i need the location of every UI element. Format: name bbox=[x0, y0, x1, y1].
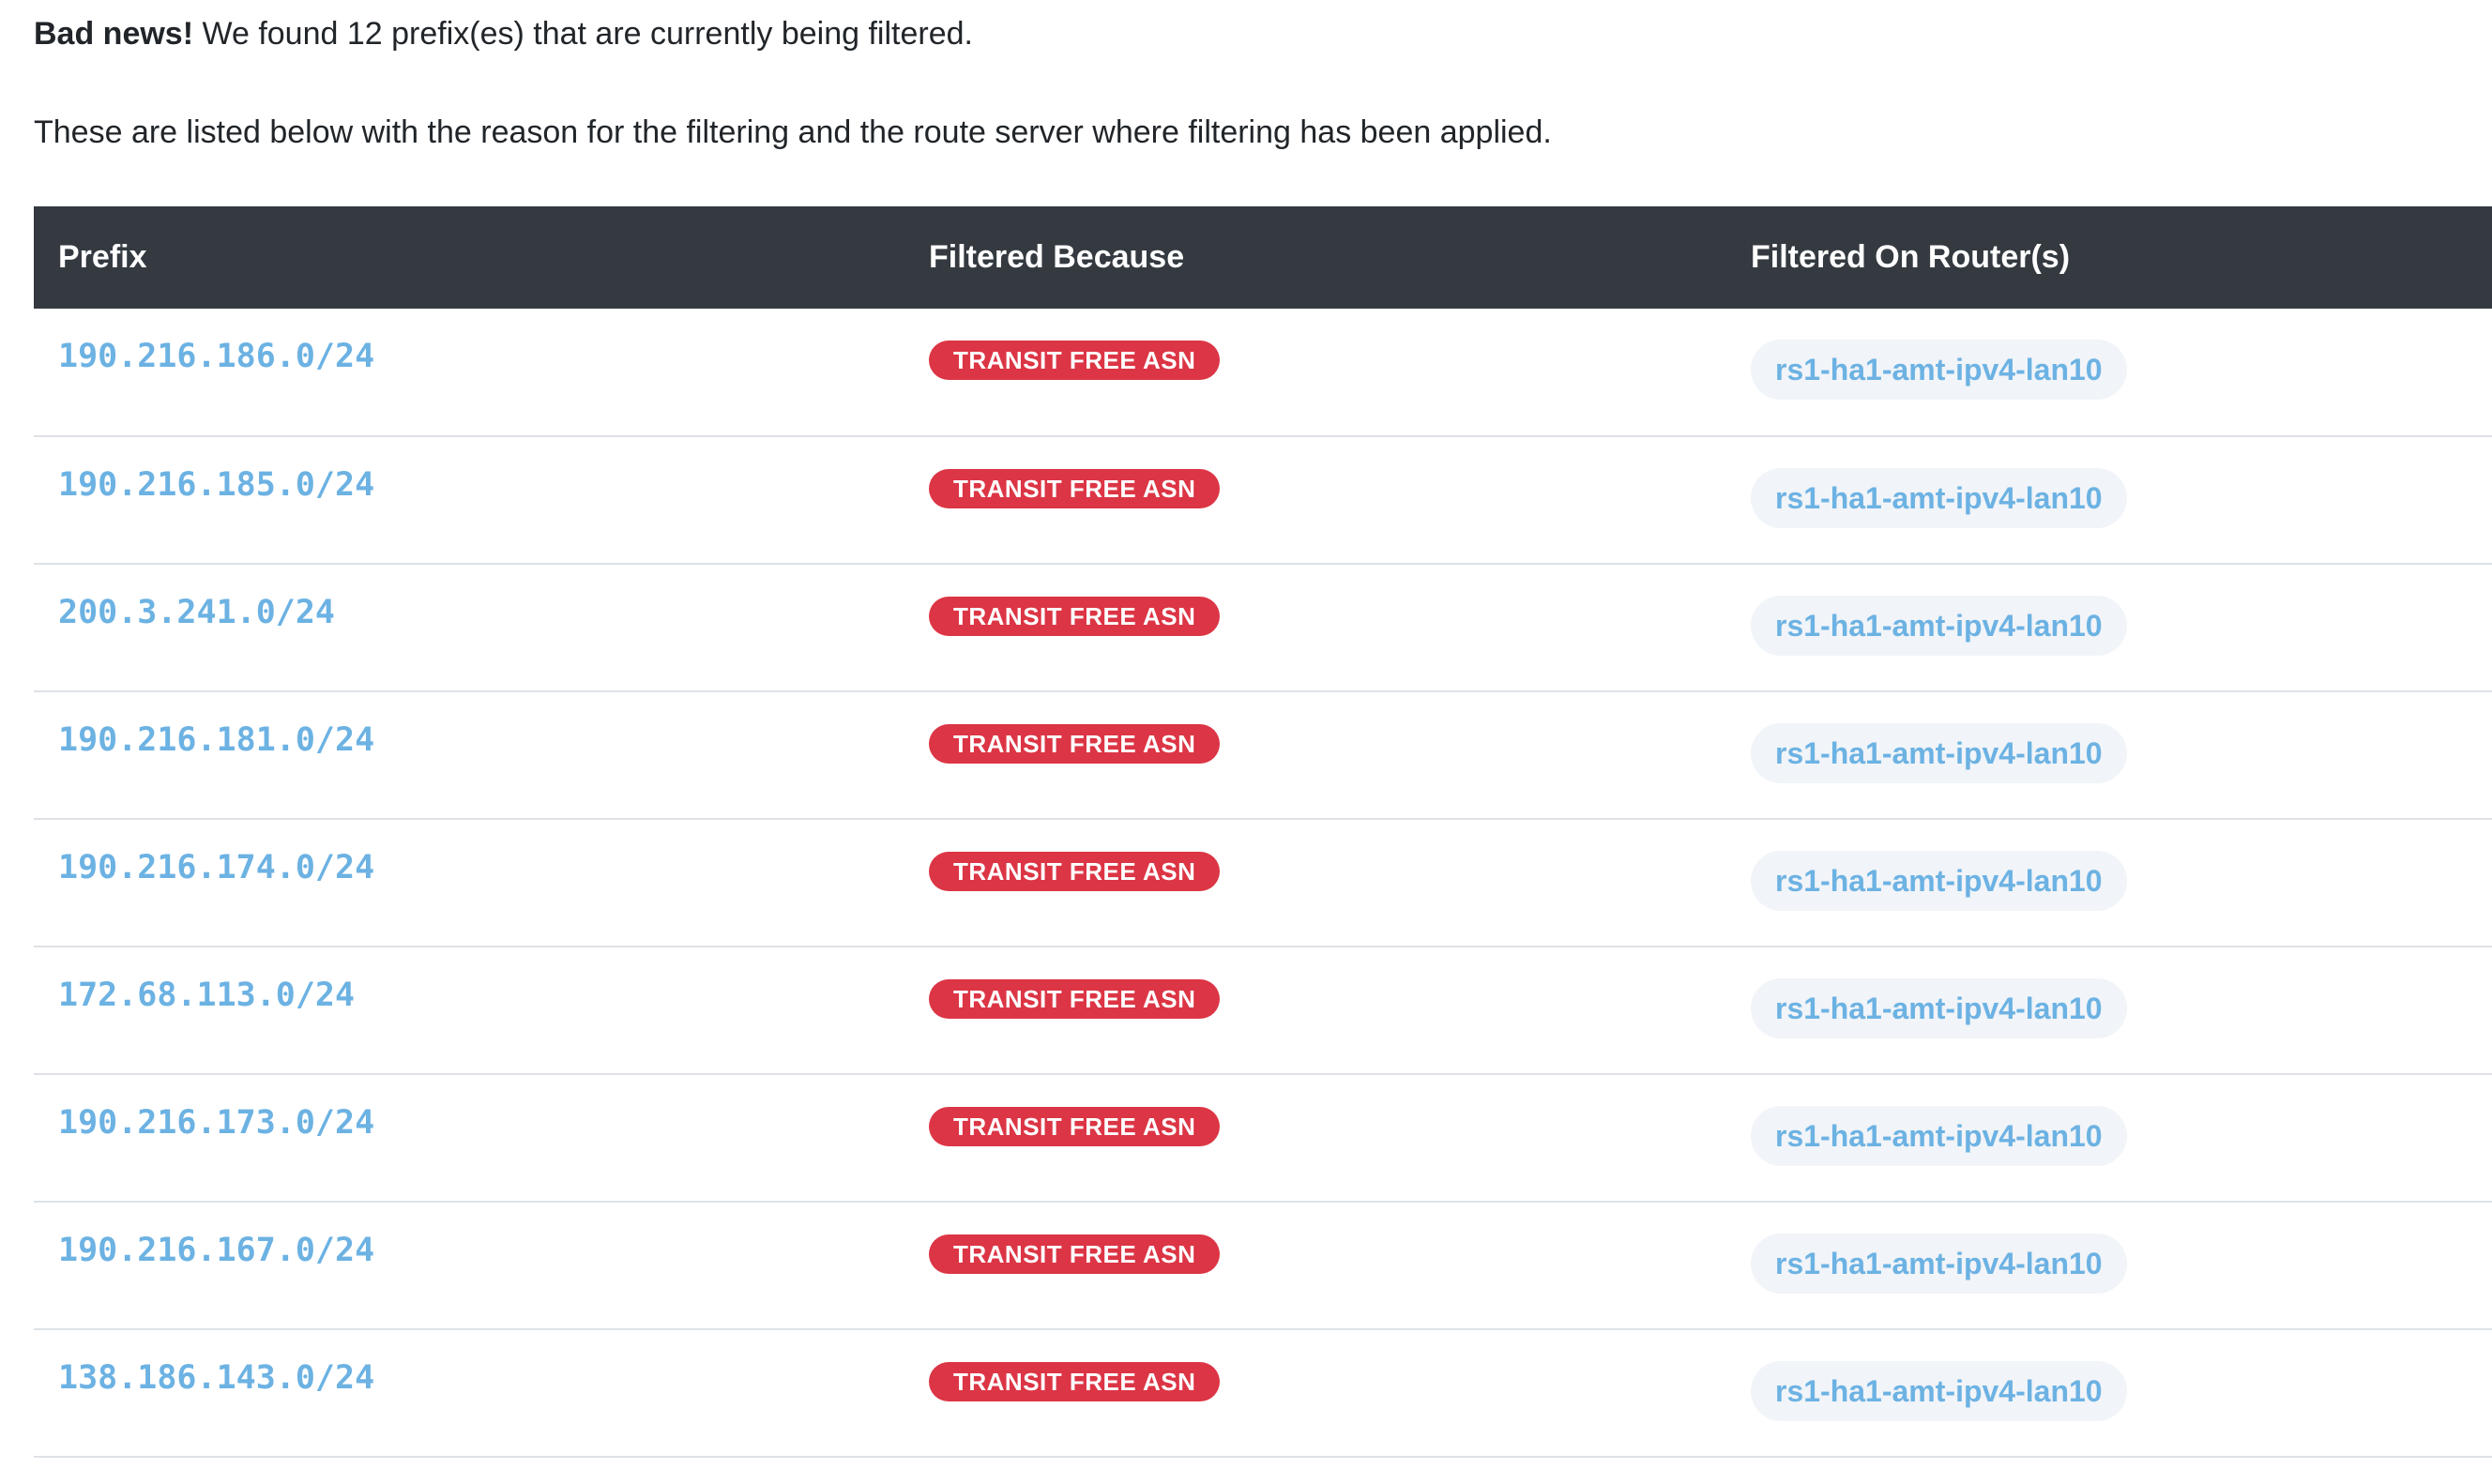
router-link[interactable]: rs1-ha1-amt-ipv4-lan10 bbox=[1751, 596, 2127, 656]
table-row: 138.186.143.0/24 TRANSIT FREE ASN rs1-ha… bbox=[34, 1329, 2492, 1457]
filter-reason-badge: TRANSIT FREE ASN bbox=[929, 597, 1221, 636]
prefix-link[interactable]: 190.216.167.0/24 bbox=[58, 1231, 374, 1270]
filter-reason-badge: TRANSIT FREE ASN bbox=[929, 724, 1221, 764]
router-link[interactable]: rs1-ha1-amt-ipv4-lan10 bbox=[1751, 851, 2127, 911]
prefix-cell: 138.186.143.0/24 bbox=[34, 1329, 929, 1457]
column-header-filtered-on-routers: Filtered On Router(s) bbox=[1751, 239, 2071, 275]
router-link[interactable]: rs1-ha1-amt-ipv4-lan10 bbox=[1751, 1106, 2127, 1166]
table-body: 190.216.186.0/24 TRANSIT FREE ASN rs1-ha… bbox=[34, 309, 2492, 1457]
table-row: 190.216.186.0/24 TRANSIT FREE ASN rs1-ha… bbox=[34, 309, 2492, 436]
prefix-cell: 190.216.167.0/24 bbox=[34, 1202, 929, 1329]
table-row: 200.3.241.0/24 TRANSIT FREE ASN rs1-ha1-… bbox=[34, 564, 2492, 691]
prefix-cell: 190.216.186.0/24 bbox=[34, 309, 929, 436]
table-row: 172.68.113.0/24 TRANSIT FREE ASN rs1-ha1… bbox=[34, 946, 2492, 1074]
prefix-cell: 190.216.174.0/24 bbox=[34, 819, 929, 946]
router-link[interactable]: rs1-ha1-amt-ipv4-lan10 bbox=[1751, 1234, 2127, 1294]
reason-cell: TRANSIT FREE ASN bbox=[929, 819, 1751, 946]
table-header: Prefix Filtered Because Filtered On Rout… bbox=[34, 206, 2492, 309]
router-cell: rs1-ha1-amt-ipv4-lan10 bbox=[1751, 564, 2492, 691]
filter-reason-badge: TRANSIT FREE ASN bbox=[929, 469, 1221, 508]
router-cell: rs1-ha1-amt-ipv4-lan10 bbox=[1751, 819, 2492, 946]
filter-reason-badge: TRANSIT FREE ASN bbox=[929, 1234, 1221, 1274]
router-cell: rs1-ha1-amt-ipv4-lan10 bbox=[1751, 436, 2492, 564]
reason-cell: TRANSIT FREE ASN bbox=[929, 691, 1751, 819]
reason-cell: TRANSIT FREE ASN bbox=[929, 946, 1751, 1074]
bad-news-label: Bad news! bbox=[34, 16, 194, 52]
filtered-prefixes-table: Prefix Filtered Because Filtered On Rout… bbox=[34, 206, 2492, 1458]
filter-description: These are listed below with the reason f… bbox=[34, 114, 1552, 150]
router-cell: rs1-ha1-amt-ipv4-lan10 bbox=[1751, 309, 2492, 436]
prefix-link[interactable]: 172.68.113.0/24 bbox=[58, 976, 355, 1015]
filter-reason-badge: TRANSIT FREE ASN bbox=[929, 1107, 1221, 1146]
table-row: 190.216.181.0/24 TRANSIT FREE ASN rs1-ha… bbox=[34, 691, 2492, 819]
reason-cell: TRANSIT FREE ASN bbox=[929, 564, 1751, 691]
prefix-cell: 200.3.241.0/24 bbox=[34, 564, 929, 691]
router-cell: rs1-ha1-amt-ipv4-lan10 bbox=[1751, 691, 2492, 819]
table-row: 190.216.167.0/24 TRANSIT FREE ASN rs1-ha… bbox=[34, 1202, 2492, 1329]
table-header-row: Prefix Filtered Because Filtered On Rout… bbox=[34, 206, 2492, 309]
prefix-link[interactable]: 138.186.143.0/24 bbox=[58, 1358, 374, 1398]
reason-cell: TRANSIT FREE ASN bbox=[929, 436, 1751, 564]
prefix-cell: 190.216.181.0/24 bbox=[34, 691, 929, 819]
router-link[interactable]: rs1-ha1-amt-ipv4-lan10 bbox=[1751, 1361, 2127, 1421]
filter-reason-badge: TRANSIT FREE ASN bbox=[929, 852, 1221, 891]
prefix-link[interactable]: 190.216.186.0/24 bbox=[58, 337, 374, 376]
prefix-link[interactable]: 190.216.174.0/24 bbox=[58, 848, 374, 887]
prefix-link[interactable]: 190.216.173.0/24 bbox=[58, 1103, 374, 1143]
router-link[interactable]: rs1-ha1-amt-ipv4-lan10 bbox=[1751, 468, 2127, 528]
reason-cell: TRANSIT FREE ASN bbox=[929, 1074, 1751, 1202]
filter-reason-badge: TRANSIT FREE ASN bbox=[929, 979, 1221, 1019]
table-row: 190.216.173.0/24 TRANSIT FREE ASN rs1-ha… bbox=[34, 1074, 2492, 1202]
prefix-cell: 172.68.113.0/24 bbox=[34, 946, 929, 1074]
filter-reason-badge: TRANSIT FREE ASN bbox=[929, 341, 1221, 380]
column-header-prefix: Prefix bbox=[58, 239, 147, 275]
filter-reason-badge: TRANSIT FREE ASN bbox=[929, 1362, 1221, 1401]
column-header-filtered-because: Filtered Because bbox=[929, 239, 1185, 275]
reason-cell: TRANSIT FREE ASN bbox=[929, 1202, 1751, 1329]
prefix-link[interactable]: 200.3.241.0/24 bbox=[58, 593, 335, 632]
reason-cell: TRANSIT FREE ASN bbox=[929, 1329, 1751, 1457]
router-cell: rs1-ha1-amt-ipv4-lan10 bbox=[1751, 946, 2492, 1074]
router-cell: rs1-ha1-amt-ipv4-lan10 bbox=[1751, 1329, 2492, 1457]
bad-news-text: We found 12 prefix(es) that are currentl… bbox=[193, 16, 973, 52]
router-link[interactable]: rs1-ha1-amt-ipv4-lan10 bbox=[1751, 340, 2127, 400]
bad-news-message: Bad news! We found 12 prefix(es) that ar… bbox=[34, 15, 973, 53]
router-link[interactable]: rs1-ha1-amt-ipv4-lan10 bbox=[1751, 978, 2127, 1038]
prefix-link[interactable]: 190.216.181.0/24 bbox=[58, 720, 374, 760]
prefix-link[interactable]: 190.216.185.0/24 bbox=[58, 465, 374, 505]
prefix-cell: 190.216.185.0/24 bbox=[34, 436, 929, 564]
table-row: 190.216.185.0/24 TRANSIT FREE ASN rs1-ha… bbox=[34, 436, 2492, 564]
prefix-cell: 190.216.173.0/24 bbox=[34, 1074, 929, 1202]
table-row: 190.216.174.0/24 TRANSIT FREE ASN rs1-ha… bbox=[34, 819, 2492, 946]
router-cell: rs1-ha1-amt-ipv4-lan10 bbox=[1751, 1202, 2492, 1329]
router-link[interactable]: rs1-ha1-amt-ipv4-lan10 bbox=[1751, 723, 2127, 783]
router-cell: rs1-ha1-amt-ipv4-lan10 bbox=[1751, 1074, 2492, 1202]
reason-cell: TRANSIT FREE ASN bbox=[929, 309, 1751, 436]
